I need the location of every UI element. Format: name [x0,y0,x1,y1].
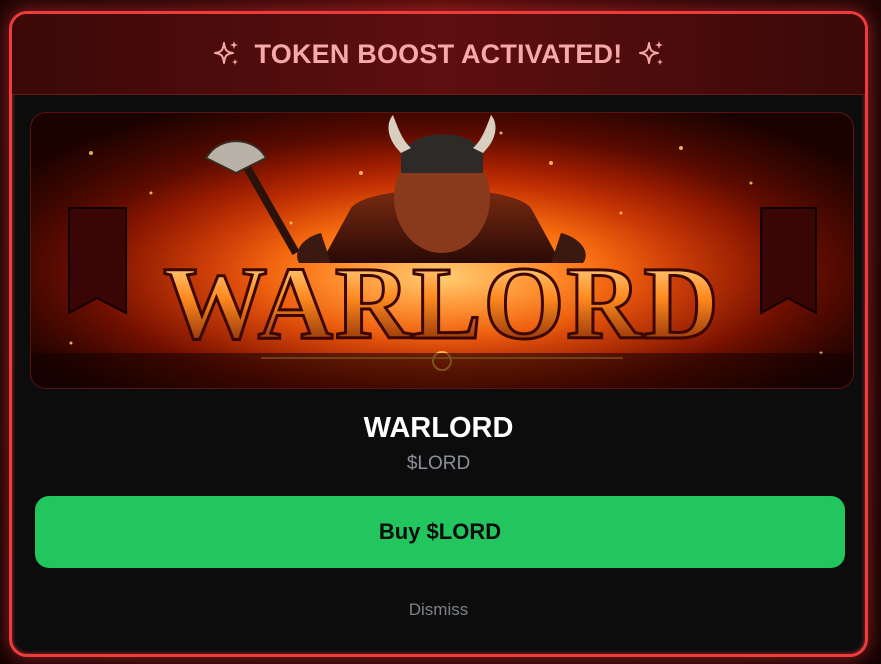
modal-header: TOKEN BOOST ACTIVATED! [12,14,865,95]
banner-logo-text: WARLORD [163,246,720,361]
header-title: TOKEN BOOST ACTIVATED! [254,38,623,69]
token-name: WARLORD [363,412,514,444]
token-boost-modal: TOKEN BOOST ACTIVATED! WARLORD WARLORD $… [9,11,868,657]
buy-token-button[interactable]: Buy $LORD [35,496,845,568]
token-banner-image: WARLORD [30,112,854,389]
sparkles-icon [636,39,666,69]
token-symbol: $LORD [406,453,471,474]
dismiss-link[interactable]: Dismiss [12,600,865,620]
sparkles-icon [211,39,241,69]
